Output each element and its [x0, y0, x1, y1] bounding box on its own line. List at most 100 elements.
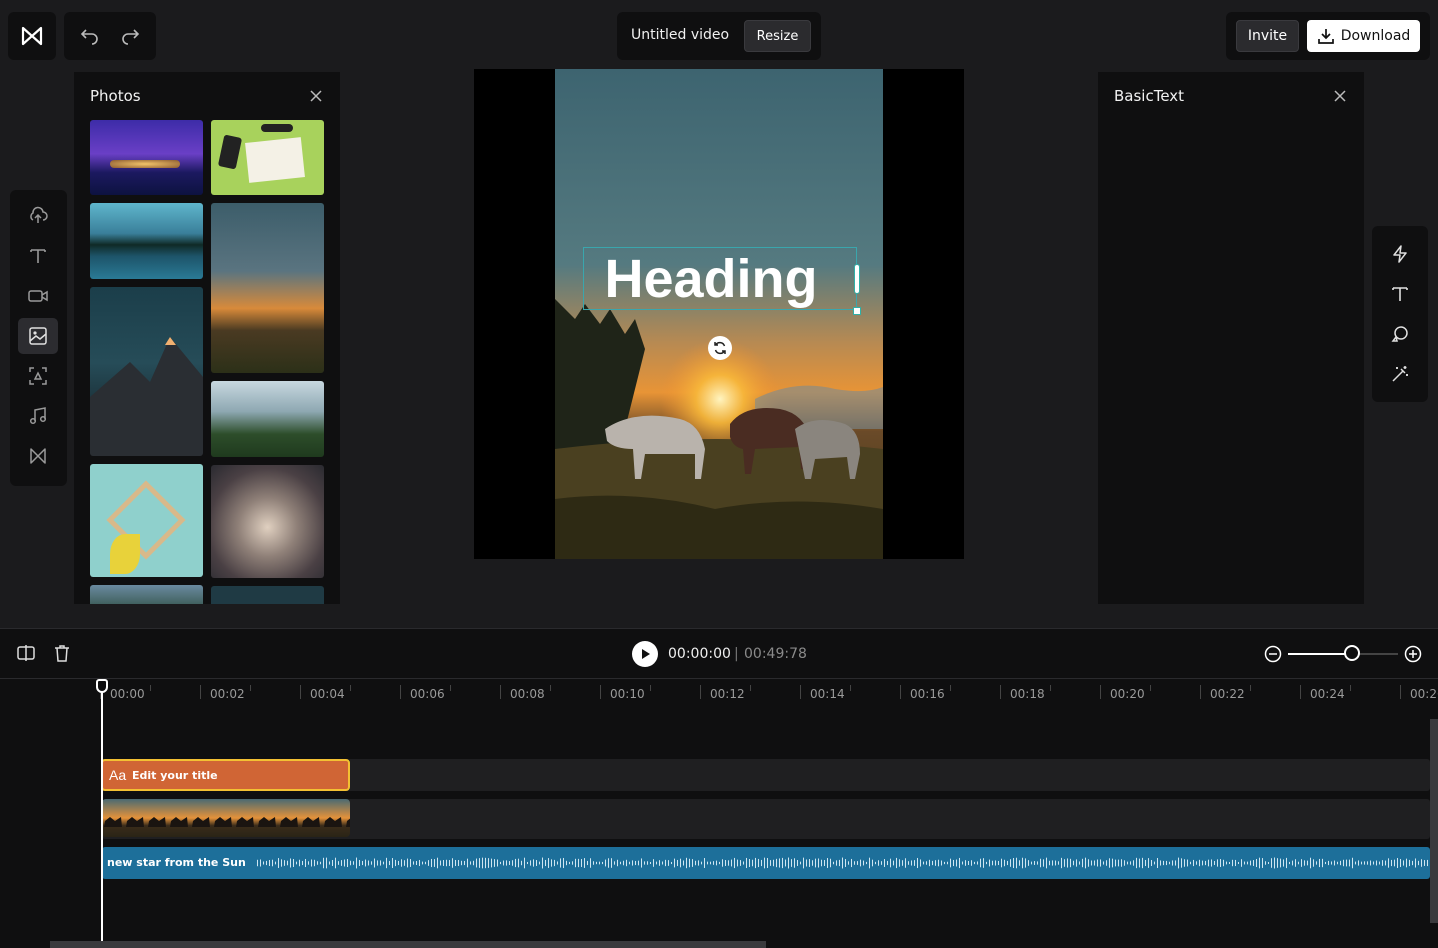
zoom-slider[interactable] [1288, 653, 1398, 655]
transitions-icon [30, 448, 46, 464]
ruler-tick: 00:22 [1210, 687, 1245, 701]
close-icon [310, 90, 322, 102]
photos-tool-button[interactable] [18, 318, 58, 354]
rotate-handle[interactable] [708, 336, 732, 360]
resize-handle-side[interactable] [854, 264, 860, 294]
magic-wand-icon [1392, 366, 1408, 382]
current-time: 00:00:00 [668, 646, 731, 662]
undo-button[interactable] [80, 26, 100, 50]
transitions-tool-button[interactable] [18, 438, 58, 474]
ruler-tick: 00:02 [210, 687, 245, 701]
resize-handle-corner[interactable] [853, 307, 861, 315]
text-clip-icon: Aa [109, 767, 127, 783]
text-style-button[interactable] [1380, 276, 1420, 312]
playhead-line[interactable] [101, 687, 103, 948]
zoom-slider-thumb[interactable] [1343, 645, 1360, 661]
ruler-tick: 00:06 [410, 687, 445, 701]
flash-icon [1393, 245, 1407, 263]
playhead-handle[interactable] [96, 679, 108, 693]
ruler-tick: 00:10 [610, 687, 645, 701]
play-button[interactable] [632, 641, 658, 667]
ruler-tick: 00:04 [310, 687, 345, 701]
elements-tool-button[interactable] [18, 358, 58, 394]
audio-clip[interactable]: new star from the Sun [102, 847, 1430, 879]
music-tool-button[interactable] [18, 398, 58, 434]
ruler-tick: 00:26 [1410, 687, 1438, 701]
redo-icon [122, 29, 140, 45]
logo-icon [21, 26, 43, 46]
photo-thumbnail[interactable] [90, 120, 203, 195]
upload-button[interactable] [18, 198, 58, 234]
ruler-tick: 00:08 [510, 687, 545, 701]
text-icon [30, 249, 46, 263]
play-icon [642, 649, 650, 659]
photos-panel: Photos [74, 72, 340, 604]
heading-text[interactable]: Heading [584, 248, 858, 310]
music-icon [29, 407, 47, 425]
video-canvas[interactable]: Heading [474, 69, 964, 559]
text-panel-close-button[interactable] [1330, 86, 1350, 106]
audio-waveform [257, 857, 1428, 869]
elements-icon [29, 367, 47, 385]
video-tool-button[interactable] [18, 278, 58, 314]
photo-thumbnail[interactable] [211, 203, 324, 373]
video-clip[interactable] [102, 799, 350, 837]
zoom-out-button[interactable] [1263, 644, 1283, 668]
text-icon [1392, 287, 1408, 301]
share-bar: Invite Download [1226, 12, 1430, 60]
download-icon [1317, 29, 1334, 44]
text-selection-box[interactable]: Heading [583, 247, 861, 315]
download-label: Download [1340, 28, 1411, 44]
split-button[interactable] [16, 643, 36, 667]
photo-thumbnail[interactable] [90, 287, 203, 456]
split-icon [17, 645, 35, 661]
invite-button[interactable]: Invite [1236, 20, 1299, 52]
photo-thumbnail[interactable] [211, 465, 324, 578]
ruler-tick: 00:12 [710, 687, 745, 701]
ruler-tick: 00:00 [110, 687, 145, 701]
timeline-controls: 00:00:00 | 00:49:78 [0, 629, 1438, 679]
photo-thumbnail[interactable] [211, 586, 324, 604]
image-icon [29, 327, 47, 345]
project-title[interactable]: Untitled video [631, 27, 729, 43]
rotate-icon [714, 341, 726, 355]
ruler-tick: 00:18 [1010, 687, 1045, 701]
history-controls [64, 12, 156, 60]
title-clip-label: Edit your title [132, 769, 218, 782]
delete-button[interactable] [52, 643, 72, 667]
text-tool-button[interactable] [18, 238, 58, 274]
left-toolbar [10, 190, 67, 486]
ruler-tick: 00:20 [1110, 687, 1145, 701]
color-icon [1391, 326, 1408, 342]
color-button[interactable] [1380, 316, 1420, 352]
download-button[interactable]: Download [1307, 20, 1420, 52]
photo-thumbnail[interactable] [211, 381, 324, 457]
timeline: 00:00:00 | 00:49:78 00:00 00:02 00:04 00… [0, 628, 1438, 948]
close-icon [1334, 90, 1346, 102]
app-logo[interactable] [8, 12, 56, 60]
zoom-out-icon [1264, 645, 1282, 663]
title-clip[interactable]: Aa Edit your title [101, 759, 350, 791]
project-title-bar: Untitled video Resize [617, 12, 821, 60]
time-ruler[interactable]: 00:00 00:02 00:04 00:06 00:08 00:10 00:1… [0, 679, 1438, 705]
text-properties-panel: BasicText [1098, 72, 1364, 604]
photo-thumbnail[interactable] [90, 203, 203, 279]
time-separator: | [734, 646, 739, 662]
trash-icon [55, 645, 69, 662]
photo-thumbnail[interactable] [90, 585, 203, 604]
timeline-vertical-scrollbar[interactable] [1430, 719, 1438, 923]
resize-button[interactable]: Resize [744, 20, 811, 52]
ruler-tick: 00:24 [1310, 687, 1345, 701]
photo-thumbnail[interactable] [90, 464, 203, 577]
background-photo [555, 69, 883, 559]
effects-button[interactable] [1380, 356, 1420, 392]
zoom-in-button[interactable] [1403, 644, 1423, 668]
ruler-tick: 00:14 [810, 687, 845, 701]
video-icon [28, 290, 48, 302]
photo-thumbnail[interactable] [211, 120, 324, 195]
animation-button[interactable] [1380, 236, 1420, 272]
timeline-horizontal-scrollbar[interactable] [50, 941, 766, 948]
redo-button[interactable] [120, 26, 140, 50]
photos-close-button[interactable] [306, 86, 326, 106]
zoom-in-icon [1404, 645, 1422, 663]
